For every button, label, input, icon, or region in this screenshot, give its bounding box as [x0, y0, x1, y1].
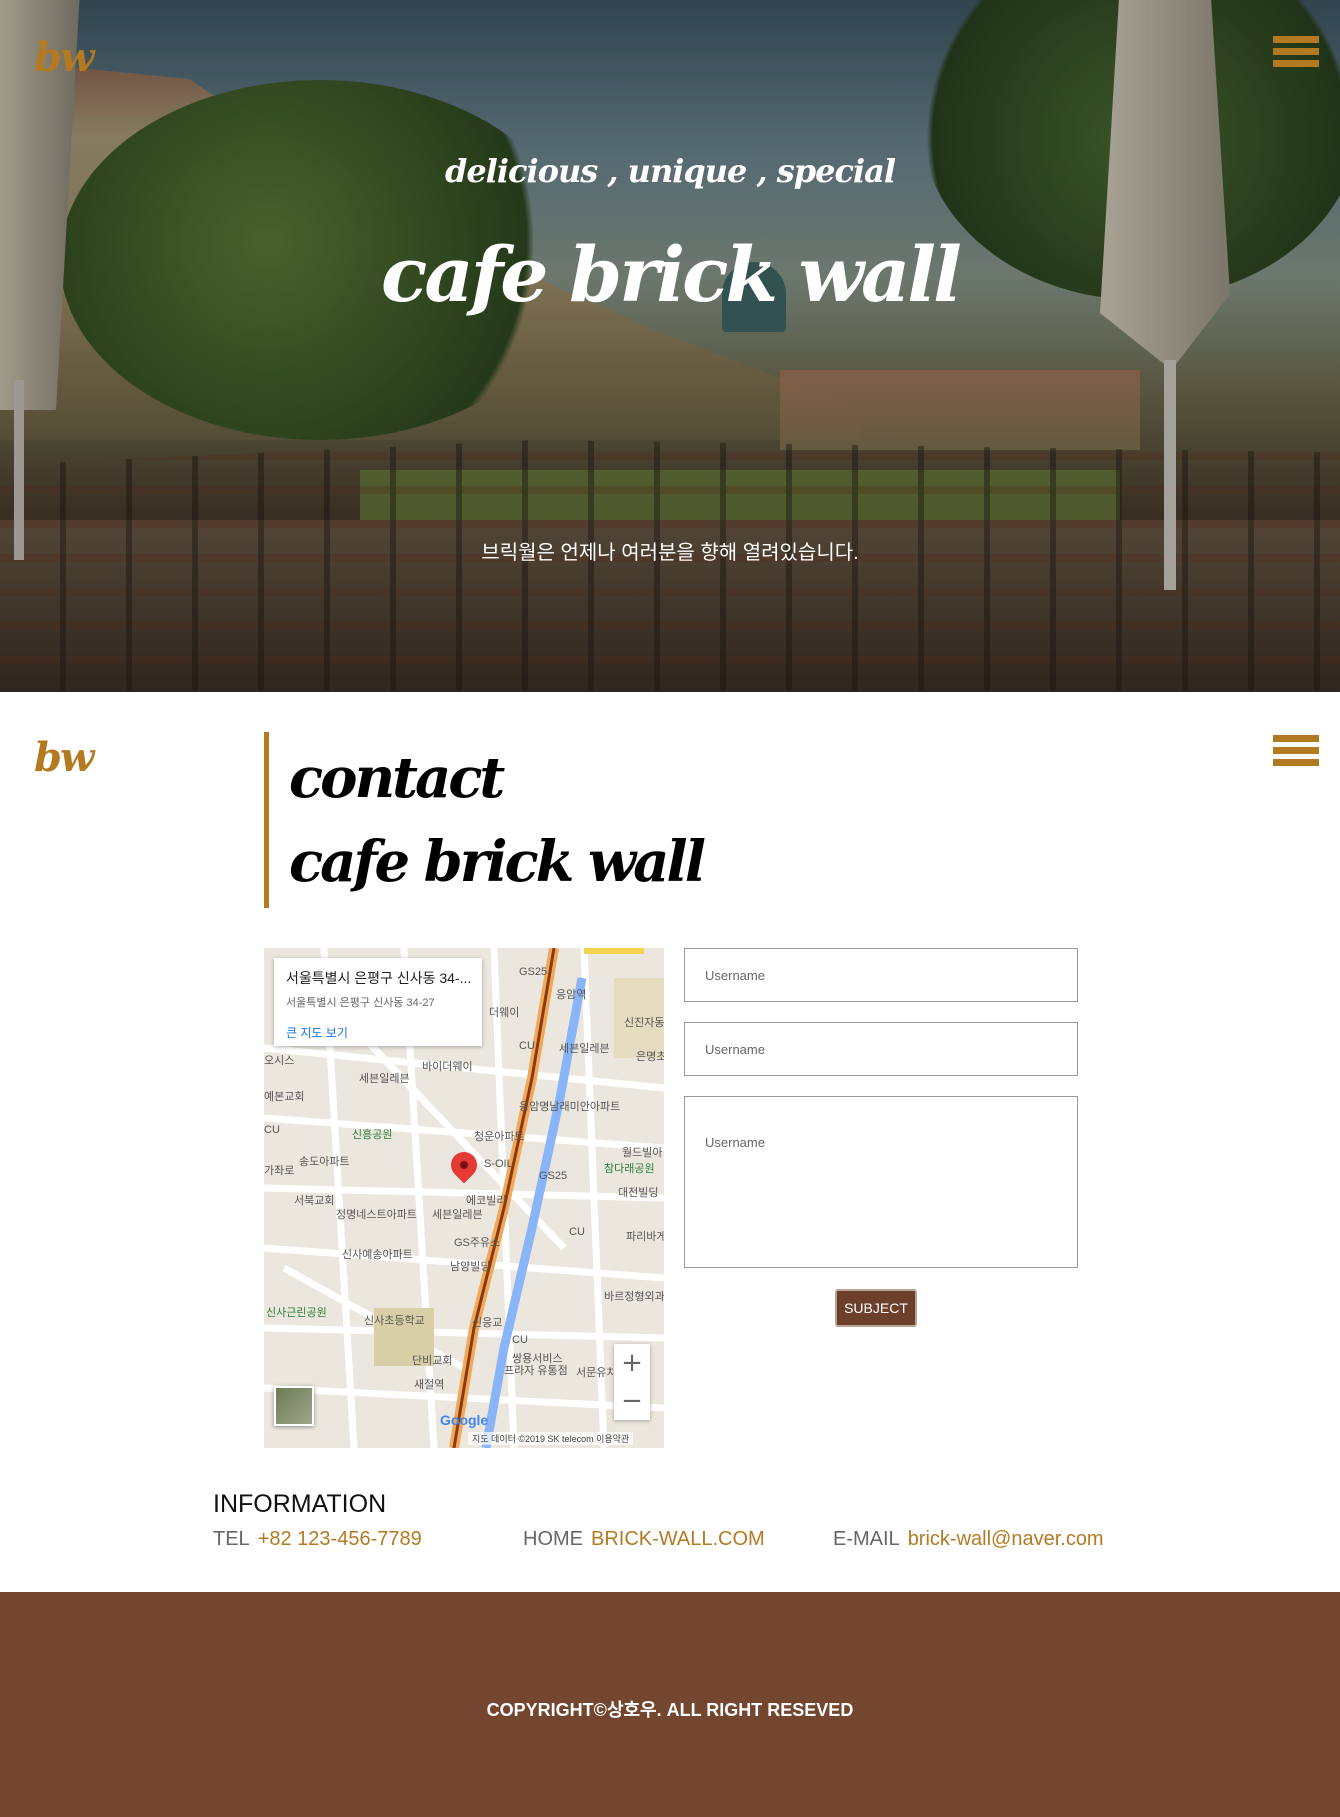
contact-heading-line2: cafe brick wall — [289, 829, 706, 895]
map-info-address: 서울특별시 은평구 신사동 34-27 — [286, 997, 435, 1009]
menu-bar — [1273, 735, 1319, 742]
map-label: 바르정형외과 — [604, 1291, 664, 1303]
footer: COPYRIGHT©상호우. ALL RIGHT RESEVED — [0, 1592, 1340, 1817]
map-label: 월드빌아 — [622, 1147, 663, 1159]
map-label: 남양빌딩 — [450, 1261, 491, 1273]
site-logo[interactable]: bw — [34, 34, 94, 81]
map-label: 은명초 — [636, 1051, 664, 1063]
map-label: CU — [264, 1124, 280, 1136]
hero-title: cafe brick wall — [381, 230, 962, 319]
hero-note: 브릭월은 언제나 여러분을 향해 열려있습니다. — [481, 542, 859, 564]
contact-heading-line1: contact — [289, 745, 505, 811]
menu-bar — [1273, 48, 1319, 55]
copyright-text: COPYRIGHT©상호우. ALL RIGHT RESEVED — [486, 1700, 854, 1720]
map-label: 서북교회 — [294, 1195, 335, 1207]
map-label: GS주유소 — [454, 1237, 501, 1249]
info-home: HOME BRICK-WALL.COM — [523, 1528, 765, 1551]
map-label: CU — [512, 1334, 528, 1346]
zoom-in-button[interactable]: + — [614, 1344, 650, 1382]
username-input-1[interactable] — [684, 948, 1078, 1002]
map-label: 참다래공원 — [604, 1163, 655, 1175]
home-link[interactable]: BRICK-WALL.COM — [591, 1528, 765, 1550]
menu-bar — [1273, 747, 1319, 754]
map-label: 대전빌딩 — [618, 1187, 659, 1199]
hero-section: bw delicious , unique , special cafe bri… — [0, 0, 1340, 692]
hero-tagline: delicious , unique , special — [444, 152, 896, 190]
menu-bar — [1273, 36, 1319, 43]
submit-button[interactable]: SUBJECT — [835, 1289, 917, 1327]
map-label: 청운아파트 — [474, 1131, 525, 1143]
map-label: 프라자 유통점 — [504, 1365, 568, 1377]
menu-bar — [1273, 60, 1319, 67]
email-label: E-MAIL — [833, 1528, 900, 1550]
map-label: 세븐일레븐 — [359, 1073, 410, 1085]
map-label: 바이더웨이 — [422, 1061, 473, 1073]
map-label: CU — [519, 1040, 535, 1052]
hero-overlay — [0, 0, 1340, 692]
email-link[interactable]: brick-wall@naver.com — [908, 1528, 1104, 1550]
map-view-larger-link[interactable]: 큰 지도 보기 — [286, 1024, 470, 1041]
section-logo[interactable]: bw — [34, 734, 94, 781]
map-label: 오시스 — [264, 1055, 295, 1067]
map-label: 신진자동 — [624, 1017, 664, 1029]
map-label: 단비교회 — [412, 1355, 453, 1367]
map-label: GS25 — [539, 1170, 568, 1182]
map-label: 송도아파트 — [299, 1156, 350, 1168]
information-title: INFORMATION — [213, 1490, 387, 1518]
map-embed[interactable]: GS25 응암역 더웨이 신진자동 CU 세븐일레븐 오시스 바이더웨이 세븐일… — [264, 948, 664, 1448]
map-label: 새절역 — [414, 1379, 445, 1391]
map-label: 가좌로 — [264, 1165, 295, 1177]
map-label: GS25 — [519, 966, 548, 978]
map-label: 세븐일레븐 — [559, 1043, 610, 1055]
map-info-window: 서울특별시 은평구 신사동 34-... 서울특별시 은평구 신사동 34-27… — [274, 958, 482, 1046]
map-label: 예본교회 — [264, 1091, 305, 1103]
satellite-toggle-button[interactable] — [274, 1386, 314, 1426]
map-label: 신사예송아파트 — [342, 1249, 413, 1261]
map-label: 신사초등학교 — [364, 1315, 425, 1327]
map-attribution[interactable]: 지도 데이터 ©2019 SK telecom 이용약관 — [468, 1432, 634, 1445]
map-label: 신응교 — [472, 1317, 503, 1329]
map-label: 신흥공원 — [352, 1129, 393, 1141]
hamburger-icon[interactable] — [1273, 735, 1319, 773]
map-label: 응암역 — [556, 989, 587, 1001]
hamburger-icon[interactable] — [1273, 36, 1319, 74]
map-label: 세븐일레븐 — [432, 1209, 483, 1221]
map-label: 파리바게 — [626, 1231, 664, 1243]
message-textarea[interactable] — [684, 1096, 1078, 1268]
map-label: 더웨이 — [489, 1007, 520, 1019]
contact-heading: contact cafe brick wall — [264, 732, 706, 908]
map-label: CU — [569, 1226, 585, 1238]
map-info-title: 서울특별시 은평구 신사동 34-... — [286, 970, 470, 986]
tel-value[interactable]: +82 123-456-7789 — [258, 1528, 422, 1550]
map-label: 정명네스트아파트 — [336, 1209, 417, 1221]
map-label: S-OIL — [484, 1158, 513, 1170]
map-label: 신사근린공원 — [266, 1307, 327, 1319]
map-label: 응암명남래미안아파트 — [519, 1101, 621, 1113]
zoom-out-button[interactable]: − — [614, 1382, 650, 1420]
home-label: HOME — [523, 1528, 583, 1550]
tel-label: TEL — [213, 1528, 250, 1550]
info-email: E-MAIL brick-wall@naver.com — [833, 1528, 1104, 1551]
info-tel: TEL +82 123-456-7789 — [213, 1528, 422, 1551]
map-zoom-controls: + − — [614, 1344, 650, 1420]
google-logo: Google — [440, 1412, 489, 1428]
menu-bar — [1273, 759, 1319, 766]
username-input-2[interactable] — [684, 1022, 1078, 1076]
